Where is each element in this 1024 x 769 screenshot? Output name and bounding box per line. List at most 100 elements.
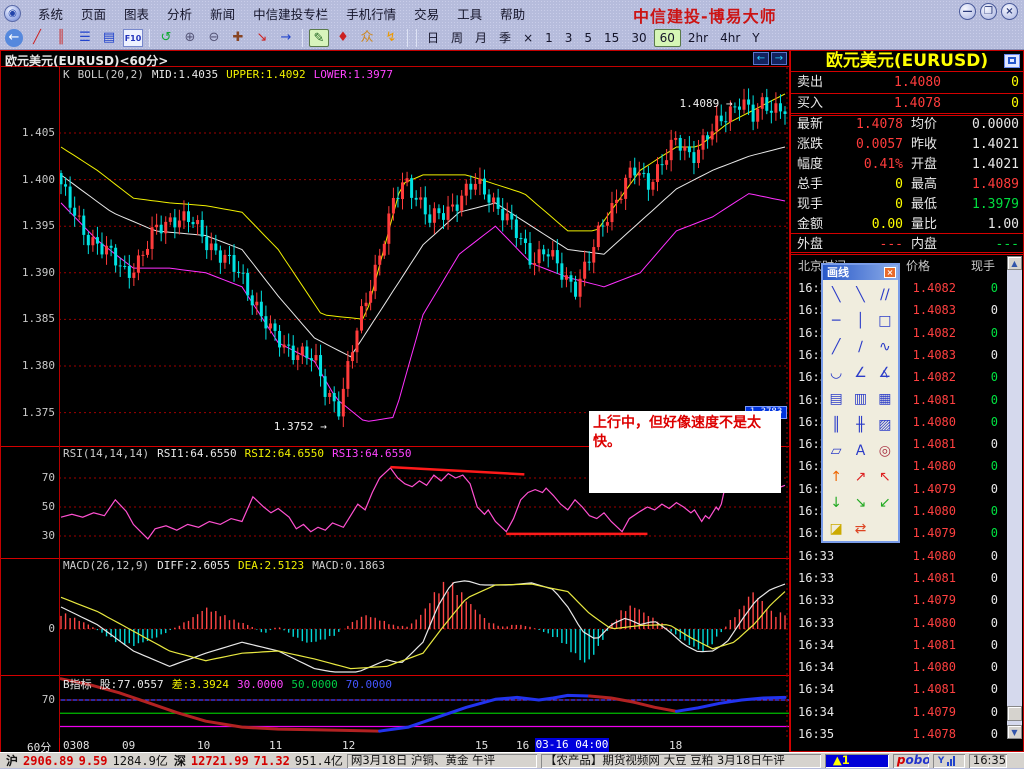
toolbar: ←╱║☰▤F10 ↺⊕⊖✚↘→ ✎♦众↯ 日周月季×1351530602hr4hrY	[0, 26, 1024, 50]
menu-item-2[interactable]: 图表	[115, 1, 158, 26]
report-icon[interactable]: ▤	[99, 29, 119, 47]
restore-button[interactable]: ❐	[980, 3, 997, 20]
candlestick-chart-icon[interactable]: ║	[51, 29, 71, 47]
annotation-note[interactable]: 上行中，但好像速度不是太快。	[589, 411, 781, 493]
object-list-tool[interactable]: ⇄	[848, 516, 872, 542]
candlestick-panel[interactable]: KBOLL(20,2)MID:1.4035UPPER:1.4092LOWER:1…	[1, 67, 789, 446]
period-Y[interactable]: Y	[747, 29, 764, 47]
tick-list-scrollbar[interactable]: ▲ ▼	[1007, 256, 1022, 739]
period-30[interactable]: 30	[626, 29, 651, 47]
scrollbar-thumb[interactable]	[1007, 706, 1022, 721]
arrow-ne-tool[interactable]: ↗	[848, 464, 872, 490]
text-tool[interactable]: A	[848, 438, 872, 464]
period-日[interactable]: 日	[422, 27, 444, 48]
quote-value: 0.00	[831, 215, 903, 235]
b-indicator-panel[interactable]: B指标股:77.0557差:3.392430.000050.000070.000…	[1, 675, 789, 738]
arrow-nw-tool[interactable]: ↖	[873, 464, 897, 490]
news-ticker-1[interactable]: 网3月18日 沪铜、黄金 午评	[347, 754, 537, 768]
next-contract-button[interactable]: →	[771, 52, 787, 65]
app-icon[interactable]: ◉	[4, 5, 21, 22]
wave-tool[interactable]: ∿	[873, 334, 897, 360]
period-2hr[interactable]: 2hr	[683, 29, 713, 47]
b-label: B指标	[63, 678, 92, 691]
menu-item-7[interactable]: 交易	[405, 1, 448, 26]
marked-segment-tool[interactable]: ∕	[848, 334, 872, 360]
fan-lines-tool[interactable]: ∡	[873, 360, 897, 386]
angle-tool[interactable]: ∠	[848, 360, 872, 386]
draw-palette-titlebar[interactable]: 画线 ×	[823, 265, 898, 280]
menu-item-4[interactable]: 新闻	[201, 1, 244, 26]
refresh-icon[interactable]: ↺	[156, 29, 176, 47]
quote-panel: 欧元美元(EURUSD) 卖出1.40800买入1.40780最新1.4078均…	[790, 50, 1024, 752]
menu-item-5[interactable]: 中信建投专栏	[244, 1, 337, 26]
segment-tool[interactable]: ╲	[824, 282, 848, 308]
eraser-tool[interactable]: ◪	[824, 516, 848, 542]
restore-panel-button[interactable]	[1004, 54, 1020, 68]
ray-tool[interactable]: ╲	[848, 282, 872, 308]
drag-hand-icon[interactable]: ✚	[228, 29, 248, 47]
rsi-tick-70: 70	[3, 471, 55, 484]
back-icon[interactable]: ←	[5, 29, 23, 47]
golden-section-tool[interactable]: ▤	[824, 386, 848, 412]
tick-qty: 0	[991, 612, 998, 634]
close-icon[interactable]: ×	[884, 267, 896, 278]
jump-end-icon[interactable]: →	[276, 29, 296, 47]
period-周[interactable]: 周	[446, 27, 468, 48]
menu-item-6[interactable]: 手机行情	[337, 1, 405, 26]
page-next-icon[interactable]: ↘	[252, 29, 272, 47]
news-ticker-2[interactable]: 【农产品】期货视频网 大豆 豆粕 3月18日午评	[541, 754, 821, 768]
zoom-in-icon[interactable]: ⊕	[180, 29, 200, 47]
period-60[interactable]: 60	[654, 29, 681, 47]
gann-circle-tool[interactable]: ◎	[873, 438, 897, 464]
arrow-down-tool[interactable]: ↓	[824, 490, 848, 516]
close-button[interactable]: ×	[1001, 3, 1018, 20]
quote-list-icon[interactable]: ☰	[75, 29, 95, 47]
period-3[interactable]: 3	[560, 29, 578, 47]
trend-line-tool[interactable]: ╱	[824, 334, 848, 360]
period-季[interactable]: 季	[494, 27, 516, 48]
zoom-out-icon[interactable]: ⊖	[204, 29, 224, 47]
menu-item-1[interactable]: 页面	[72, 1, 115, 26]
vertical-grid-tool[interactable]: ║	[824, 412, 848, 438]
arrow-sw-tool[interactable]: ↙	[873, 490, 897, 516]
vertical-line-tool[interactable]: │	[848, 308, 872, 334]
f10-info-icon[interactable]: F10	[123, 29, 143, 47]
macd-panel[interactable]: MACD(26,12,9)DIFF:2.6055DEA:2.5123MACD:0…	[1, 558, 789, 675]
scroll-down-button[interactable]: ▼	[1007, 725, 1022, 739]
menu-item-9[interactable]: 帮助	[491, 1, 534, 26]
horizontal-line-tool[interactable]: ─	[824, 308, 848, 334]
fibonacci-lines-tool[interactable]: ▦	[873, 386, 897, 412]
minimize-button[interactable]: —	[959, 3, 976, 20]
candlestick-chart	[1, 67, 789, 446]
period-4hr[interactable]: 4hr	[715, 29, 745, 47]
percent-lines-tool[interactable]: ▥	[848, 386, 872, 412]
tick-qty: 0	[991, 678, 998, 700]
menu-item-8[interactable]: 工具	[448, 1, 491, 26]
alert-indicator[interactable]: ▲1	[825, 754, 889, 768]
community-icon[interactable]: 众	[357, 29, 377, 47]
scroll-up-button[interactable]: ▲	[1007, 256, 1022, 270]
prev-contract-button[interactable]: ←	[753, 52, 769, 65]
channel-tool[interactable]: ▱	[824, 438, 848, 464]
line-chart-icon[interactable]: ╱	[27, 29, 47, 47]
draw-palette-window[interactable]: 画线 × ╲╲//─│□╱∕∿◡∠∡▤▥▦║╫▨▱A◎↑↗↖↓↘↙◪⇄	[821, 263, 900, 543]
pobo-logo[interactable]: pobo	[893, 754, 929, 768]
rectangle-tool[interactable]: □	[873, 308, 897, 334]
period-5[interactable]: 5	[579, 29, 597, 47]
period-1[interactable]: 1	[540, 29, 558, 47]
arc-tool[interactable]: ◡	[824, 360, 848, 386]
draw-line-icon[interactable]: ✎	[309, 29, 329, 47]
period-月[interactable]: 月	[470, 27, 492, 48]
alert-bell-icon[interactable]: ♦	[333, 29, 353, 47]
arrow-up-tool[interactable]: ↑	[824, 464, 848, 490]
menu-item-3[interactable]: 分析	[158, 1, 201, 26]
menu-item-0[interactable]: 系统	[29, 1, 72, 26]
flash-icon[interactable]: ↯	[381, 29, 401, 47]
gann-grid-tool[interactable]: ▨	[873, 412, 897, 438]
period-15[interactable]: 15	[599, 29, 624, 47]
time-grid-tool[interactable]: ╫	[848, 412, 872, 438]
period-×[interactable]: ×	[518, 29, 538, 47]
arrow-se-tool[interactable]: ↘	[848, 490, 872, 516]
parallel-lines-tool[interactable]: //	[873, 282, 897, 308]
tick-qty: 0	[991, 701, 998, 723]
